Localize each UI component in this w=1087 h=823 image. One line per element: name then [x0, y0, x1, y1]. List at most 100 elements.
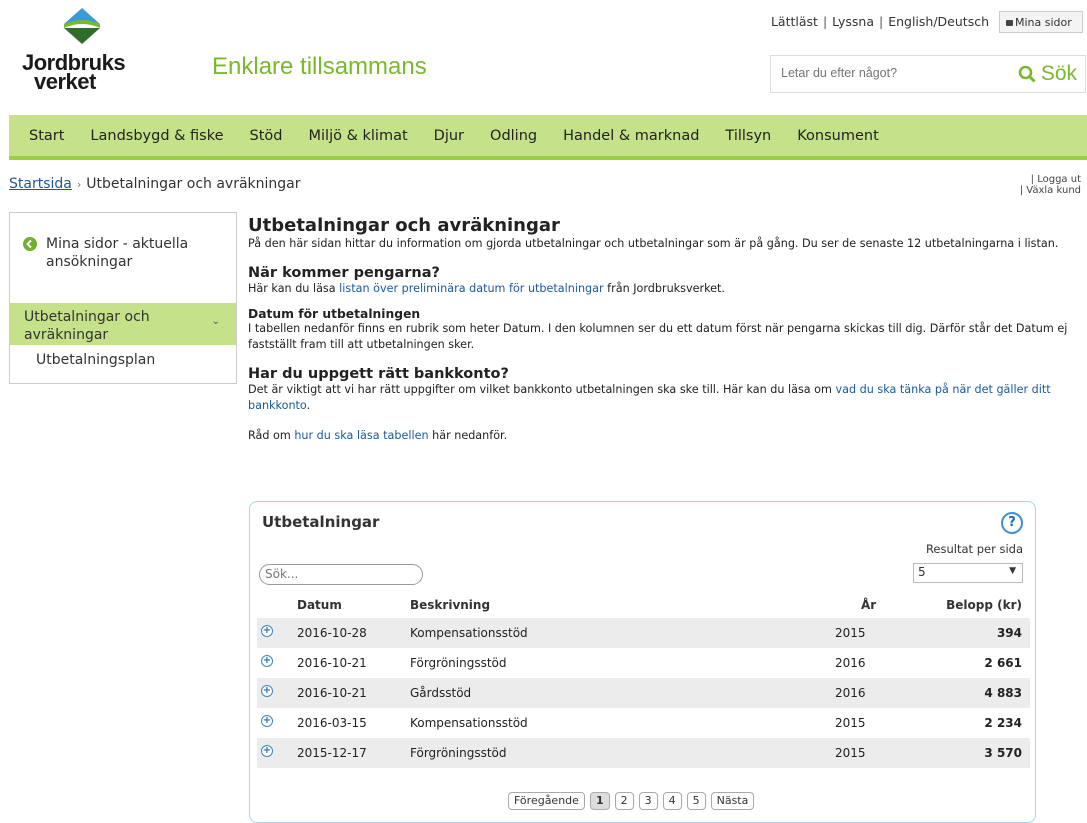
- logo[interactable]: Jordbruks verket: [22, 4, 142, 100]
- sidebar-item-label: Utbetalningar och avräkningar: [24, 309, 150, 343]
- row-year: 2015: [835, 626, 866, 640]
- row-amount: 4 883: [984, 686, 1022, 700]
- nav-item-djur[interactable]: Djur: [434, 115, 464, 144]
- pager-page-button[interactable]: 1: [589, 792, 610, 810]
- row-amount: 394: [996, 626, 1022, 640]
- table-row[interactable]: + 2015-12-17 Förgröningsstöd 2015 3 570: [257, 738, 1030, 768]
- main-nav: Start Landsbygd & fiske Stöd Miljö & kli…: [9, 115, 1087, 160]
- nav-item-konsument[interactable]: Konsument: [797, 115, 879, 144]
- header-amount[interactable]: Belopp (kr): [946, 598, 1022, 612]
- pager-page-button[interactable]: 5: [686, 792, 706, 810]
- pager-previous-button[interactable]: Föregående: [508, 792, 585, 810]
- header-description[interactable]: Beskrivning: [410, 598, 490, 612]
- header-date[interactable]: Datum: [297, 598, 342, 612]
- back-arrow-icon: [23, 237, 37, 251]
- row-year: 2015: [835, 746, 866, 760]
- breadcrumb-current: Utbetalningar och avräkningar: [86, 176, 301, 192]
- top-links-separator: |: [878, 14, 884, 29]
- row-date: 2015-12-17: [297, 746, 367, 760]
- read-table-link[interactable]: hur du ska läsa tabellen: [294, 429, 428, 442]
- dropdown-arrow-icon: ▼: [1009, 566, 1016, 576]
- datum-text: I tabellen nedanför finns en rubrik som …: [248, 322, 1068, 351]
- payments-panel: Utbetalningar ? Resultat per sida 5 ▼ Da…: [249, 501, 1036, 823]
- lock-icon: [1006, 20, 1013, 26]
- search-button-label: Sök: [1040, 62, 1077, 85]
- table-search-input[interactable]: [265, 567, 415, 581]
- row-amount: 3 570: [984, 746, 1022, 760]
- panel-title: Utbetalningar: [262, 513, 380, 531]
- row-amount: 2 661: [984, 656, 1022, 670]
- row-description: Förgröningsstöd: [410, 656, 507, 670]
- breadcrumb: Startsida › Utbetalningar och avräkningar: [9, 176, 301, 192]
- table-search: [259, 564, 423, 585]
- search-icon: [1018, 65, 1036, 83]
- row-date: 2016-10-28: [297, 626, 367, 640]
- nav-item-odling[interactable]: Odling: [490, 115, 537, 144]
- results-per-page-select[interactable]: 5 ▼: [913, 563, 1023, 583]
- logo-wordmark: Jordbruks verket: [22, 52, 126, 93]
- row-year: 2015: [835, 716, 866, 730]
- when-text: Här kan du läsa listan över preliminära …: [248, 281, 1080, 297]
- lattlast-link[interactable]: Lättläst: [771, 14, 818, 29]
- top-links: Lättläst | Lyssna | English/Deutsch: [771, 14, 989, 29]
- row-amount: 2 234: [984, 716, 1022, 730]
- rad-text-before: Råd om: [248, 429, 295, 442]
- search-button[interactable]: Sök: [1018, 62, 1077, 86]
- expand-icon[interactable]: +: [261, 745, 273, 757]
- breadcrumb-home-link[interactable]: Startsida: [9, 176, 72, 192]
- nav-item-miljo[interactable]: Miljö & klimat: [309, 115, 408, 144]
- sidebar: Mina sidor - aktuella ansökningar Utbeta…: [9, 212, 237, 384]
- search-input[interactable]: [781, 66, 1001, 80]
- table-row[interactable]: + 2016-10-21 Gårdsstöd 2016 4 883: [257, 678, 1030, 708]
- when-text-before: Här kan du läsa: [248, 282, 340, 295]
- results-per-page-label: Resultat per sida: [925, 542, 1023, 556]
- logout-link[interactable]: | Logga ut: [1020, 174, 1081, 185]
- row-description: Kompensationsstöd: [410, 626, 528, 640]
- main-content: Utbetalningar och avräkningar På den här…: [248, 212, 1080, 444]
- row-year: 2016: [835, 656, 866, 670]
- intro-text: På den här sidan hittar du information o…: [248, 237, 1059, 250]
- expand-icon[interactable]: +: [261, 685, 273, 697]
- nav-item-handel[interactable]: Handel & marknad: [563, 115, 699, 144]
- header-year[interactable]: År: [861, 598, 876, 612]
- bank-heading: Har du uppgett rätt bankkonto?: [248, 366, 509, 382]
- pager-next-button[interactable]: Nästa: [710, 792, 755, 810]
- mina-sidor-button[interactable]: Mina sidor: [999, 11, 1083, 33]
- mina-sidor-label: Mina sidor: [1015, 16, 1072, 29]
- pager-page-button[interactable]: 3: [638, 792, 658, 810]
- nav-item-tillsyn[interactable]: Tillsyn: [725, 115, 771, 144]
- chevron-down-icon: ⌄: [211, 316, 220, 327]
- sidebar-item-utbetalningsplan[interactable]: Utbetalningsplan: [36, 352, 155, 368]
- help-icon[interactable]: ?: [1001, 512, 1023, 534]
- expand-icon[interactable]: +: [261, 715, 273, 727]
- nav-item-stod[interactable]: Stöd: [250, 115, 283, 144]
- pager-page-button[interactable]: 2: [614, 792, 634, 810]
- datum-heading: Datum för utbetalningen: [248, 307, 421, 321]
- english-link[interactable]: English/Deutsch: [888, 14, 989, 29]
- pager-page-button[interactable]: 4: [662, 792, 682, 810]
- table-row[interactable]: + 2016-03-15 Kompensationsstöd 2015 2 23…: [257, 708, 1030, 738]
- expand-icon[interactable]: +: [261, 655, 273, 667]
- sidebar-back-link[interactable]: Mina sidor - aktuella ansökningar: [10, 213, 236, 293]
- logo-emblem-icon: [64, 8, 100, 44]
- rad-text-after: här nedanför.: [428, 429, 508, 442]
- expand-icon[interactable]: +: [261, 625, 273, 637]
- nav-item-start[interactable]: Start: [29, 115, 64, 144]
- row-year: 2016: [835, 686, 866, 700]
- nav-item-landsbygd[interactable]: Landsbygd & fiske: [90, 115, 223, 144]
- row-description: Kompensationsstöd: [410, 716, 528, 730]
- payment-dates-link[interactable]: listan över preliminära datum för utbeta…: [339, 282, 603, 295]
- table-row[interactable]: + 2016-10-28 Kompensationsstöd 2015 394: [257, 618, 1030, 648]
- row-description: Förgröningsstöd: [410, 746, 507, 760]
- sidebar-item-utbetalningar[interactable]: Utbetalningar och avräkningar ⌄: [10, 303, 236, 345]
- when-heading: När kommer pengarna?: [248, 265, 440, 281]
- bank-text-before: Det är viktigt att vi har rätt uppgifter…: [248, 383, 836, 396]
- switch-customer-link[interactable]: | Växla kund: [1020, 185, 1081, 196]
- page-title: Utbetalningar och avräkningar: [248, 215, 560, 236]
- lyssna-link[interactable]: Lyssna: [832, 14, 874, 29]
- table-row[interactable]: + 2016-10-21 Förgröningsstöd 2016 2 661: [257, 648, 1030, 678]
- top-links-separator: |: [822, 14, 828, 29]
- rad-text: Råd om hur du ska läsa tabellen här neda…: [248, 428, 1080, 444]
- table-header: Datum Beskrivning År Belopp (kr): [257, 598, 1030, 618]
- row-date: 2016-10-21: [297, 686, 367, 700]
